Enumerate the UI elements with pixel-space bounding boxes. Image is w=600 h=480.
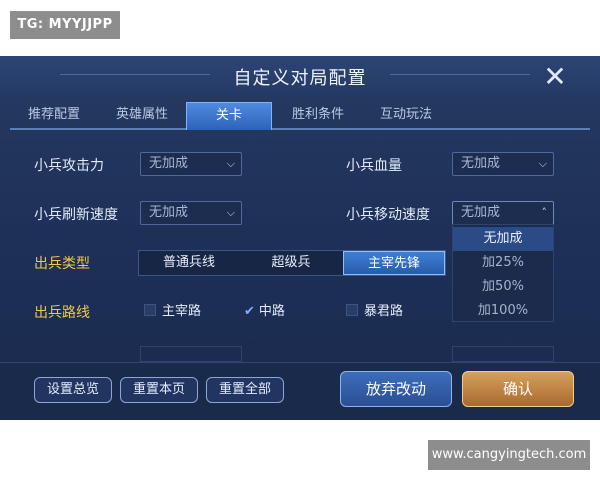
dialog-titlebar: 自定义对局配置 ✕ xyxy=(0,56,600,96)
label-minion-lane: 出兵路线 xyxy=(34,305,90,321)
menu-option-25[interactable]: 加25% xyxy=(453,251,553,275)
chevron-up-icon: ˄ xyxy=(541,206,548,219)
dialog-footer: 设置总览 重置本页 重置全部 放弃改动 确认 xyxy=(0,362,600,420)
lane-overlord-label: 主宰路 xyxy=(162,304,202,319)
game-dialog: 自定义对局配置 ✕ 推荐配置 英雄属性 关卡 胜利条件 互动玩法 小兵攻击力 无… xyxy=(0,56,600,420)
menu-option-50[interactable]: 加50% xyxy=(453,275,553,299)
chevron-down-icon: ⌵ xyxy=(226,157,235,170)
tab-interactive-play[interactable]: 互动玩法 xyxy=(370,102,442,130)
menu-option-none[interactable]: 无加成 xyxy=(453,227,553,251)
minion-refresh-dropdown[interactable]: 无加成 ⌵ xyxy=(140,201,242,225)
label-minion-move: 小兵移动速度 xyxy=(346,207,430,223)
watermark-bottom-right: www.cangyingtech.com xyxy=(428,440,590,470)
minion-hp-value: 无加成 xyxy=(461,156,501,171)
checkbox-box xyxy=(346,304,358,316)
minion-refresh-value: 无加成 xyxy=(149,205,189,220)
checkmark-icon: ✔ xyxy=(244,304,255,319)
minion-attack-dropdown[interactable]: 无加成 ⌵ xyxy=(140,152,242,176)
settings-overview-button[interactable]: 设置总览 xyxy=(34,377,112,403)
close-icon[interactable]: ✕ xyxy=(538,62,572,92)
minion-move-dropdown[interactable]: 无加成 ˄ xyxy=(452,201,554,225)
tab-hero-attributes[interactable]: 英雄属性 xyxy=(106,102,178,130)
tab-victory-conditions[interactable]: 胜利条件 xyxy=(282,102,354,130)
minion-attack-value: 无加成 xyxy=(149,156,189,171)
minion-hp-dropdown[interactable]: 无加成 ⌵ xyxy=(452,152,554,176)
lane-mid-checkbox[interactable]: ✔ 中路 xyxy=(244,302,285,322)
tab-recommended[interactable]: 推荐配置 xyxy=(18,102,90,130)
chevron-down-icon: ⌵ xyxy=(226,206,235,219)
lane-tyrant-label: 暴君路 xyxy=(364,304,404,319)
speed-dropdown-menu: 无加成 加25% 加50% 加100% xyxy=(452,224,554,322)
minion-type-super[interactable]: 超级兵 xyxy=(241,251,341,275)
minion-type-normal[interactable]: 普通兵线 xyxy=(139,251,239,275)
label-minion-refresh: 小兵刷新速度 xyxy=(34,207,118,223)
minion-move-value: 无加成 xyxy=(461,205,501,220)
lane-mid-label: 中路 xyxy=(258,304,285,319)
reset-page-button[interactable]: 重置本页 xyxy=(120,377,198,403)
dialog-title: 自定义对局配置 xyxy=(233,68,367,89)
watermark-top-left: TG: MYYJJPP xyxy=(10,11,120,39)
label-minion-hp: 小兵血量 xyxy=(346,158,402,174)
label-minion-type: 出兵类型 xyxy=(34,256,90,272)
minion-type-selector: 普通兵线 超级兵 主宰先锋 xyxy=(138,250,446,276)
lane-overlord-checkbox[interactable]: 主宰路 xyxy=(144,302,201,322)
chevron-down-icon: ⌵ xyxy=(538,157,547,170)
discard-changes-button[interactable]: 放弃改动 xyxy=(340,371,452,407)
tab-level[interactable]: 关卡 xyxy=(186,102,272,130)
checkbox-box xyxy=(144,304,156,316)
partial-dropdown-right xyxy=(452,346,554,362)
menu-option-100[interactable]: 加100% xyxy=(453,299,553,323)
confirm-button[interactable]: 确认 xyxy=(462,371,574,407)
label-minion-attack: 小兵攻击力 xyxy=(34,158,104,174)
partial-dropdown-left xyxy=(140,346,242,362)
tab-bar: 推荐配置 英雄属性 关卡 胜利条件 互动玩法 xyxy=(10,102,590,130)
lane-tyrant-checkbox[interactable]: 暴君路 xyxy=(346,302,403,322)
reset-all-button[interactable]: 重置全部 xyxy=(206,377,284,403)
minion-type-overlord-vanguard[interactable]: 主宰先锋 xyxy=(343,251,445,275)
